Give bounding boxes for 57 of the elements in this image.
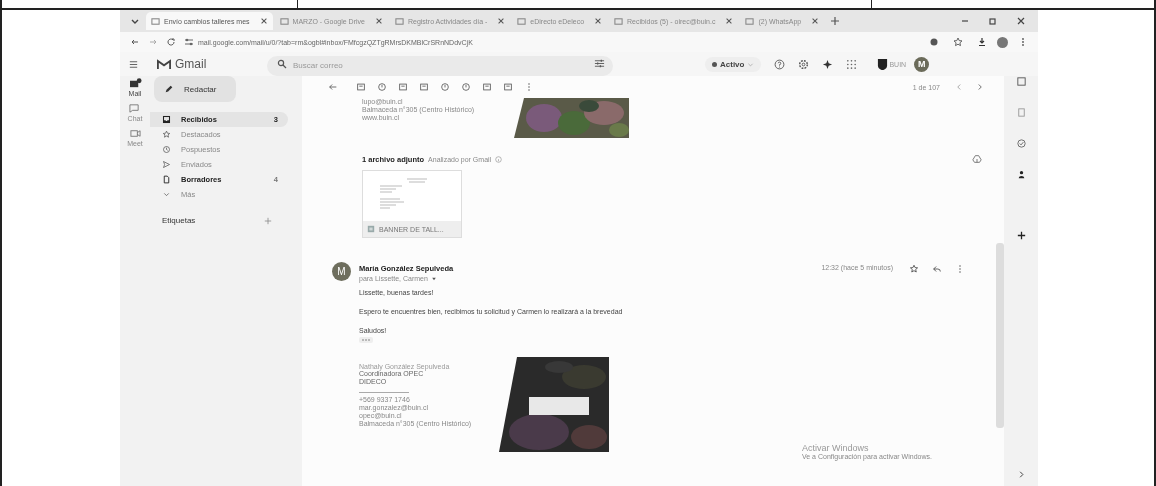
account-avatar[interactable]: M xyxy=(914,56,930,72)
video-icon xyxy=(128,128,142,139)
forward-icon[interactable] xyxy=(148,37,158,47)
filter-icon[interactable] xyxy=(594,58,605,69)
tab-favicon-icon xyxy=(394,16,404,26)
add-icon[interactable] xyxy=(1015,230,1027,241)
tab-favicon-icon xyxy=(745,16,755,26)
close-icon[interactable] xyxy=(497,17,506,25)
clock-icon xyxy=(162,145,171,154)
close-icon[interactable] xyxy=(725,17,734,25)
file-icon xyxy=(162,175,171,184)
close-icon[interactable] xyxy=(259,17,268,25)
caret-icon xyxy=(430,275,437,282)
send-icon xyxy=(162,160,171,169)
labels-heading: Etiquetas xyxy=(162,216,196,225)
star-icon[interactable] xyxy=(953,37,963,47)
pencil-icon xyxy=(164,84,174,94)
contrast-icon[interactable] xyxy=(929,37,939,47)
star-icon[interactable] xyxy=(909,264,919,274)
tab-favicon-icon xyxy=(279,16,289,26)
apps-icon[interactable] xyxy=(846,58,858,70)
menu-icon[interactable] xyxy=(128,58,139,70)
star-icon xyxy=(162,130,171,139)
help-icon[interactable] xyxy=(774,58,786,70)
activation-title: Activar Windows xyxy=(802,443,870,453)
tab-favicon-icon xyxy=(151,16,160,26)
compose-button[interactable]: Redactar xyxy=(154,76,236,102)
tab-favicon-icon xyxy=(517,16,527,26)
envelope-logo-icon xyxy=(157,58,171,70)
status-button[interactable]: Activo xyxy=(705,56,762,72)
chevron-icon xyxy=(162,190,171,199)
tasks-icon[interactable] xyxy=(1015,138,1027,149)
back-icon[interactable] xyxy=(130,37,140,47)
download-icon[interactable] xyxy=(977,37,987,47)
new-tab-icon[interactable] xyxy=(830,16,841,26)
restore-icon[interactable] xyxy=(988,16,998,26)
sender-avatar: M xyxy=(332,262,351,281)
search-icon xyxy=(277,59,287,69)
product-name: Gmail xyxy=(175,57,208,71)
close-icon[interactable] xyxy=(811,17,820,25)
close-icon[interactable] xyxy=(1016,16,1026,26)
reply-icon[interactable] xyxy=(932,264,942,274)
sparkle-icon[interactable] xyxy=(822,58,834,70)
settings-icon[interactable] xyxy=(798,58,810,70)
close-icon[interactable] xyxy=(594,17,603,25)
search-field[interactable]: Buscar correo xyxy=(267,55,613,76)
tab-favicon-icon xyxy=(614,16,624,26)
document-icon xyxy=(367,225,375,233)
reload-icon[interactable] xyxy=(166,37,176,47)
shield-logo-icon xyxy=(877,57,889,71)
profile-avatar[interactable] xyxy=(997,36,1008,48)
scrollbar-thumb[interactable] xyxy=(996,243,1004,428)
close-icon[interactable] xyxy=(374,17,383,25)
chat-icon xyxy=(128,103,142,114)
mail-icon xyxy=(128,78,142,89)
inbox-icon xyxy=(162,115,171,124)
site-settings-icon xyxy=(184,37,194,47)
